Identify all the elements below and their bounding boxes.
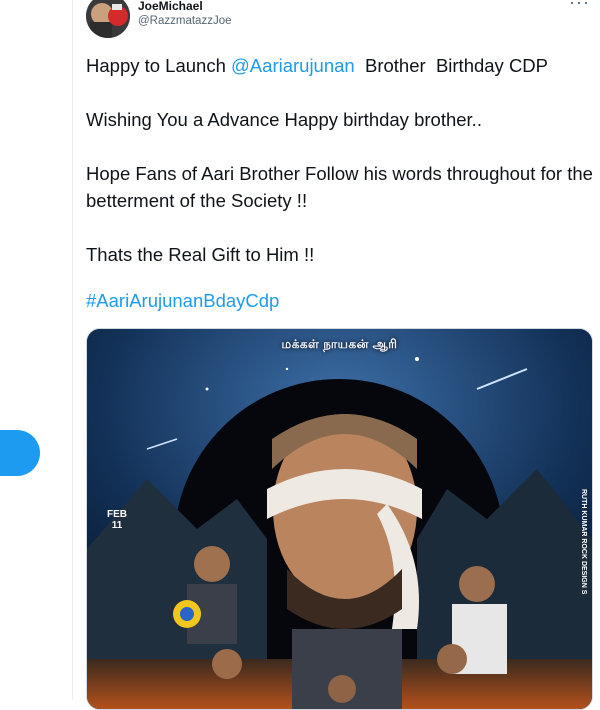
author-name[interactable]: JoeMichael bbox=[138, 0, 203, 13]
tweet-line-wishes: Wishing You a Advance Happy birthday bro… bbox=[86, 109, 482, 130]
left-sidebar bbox=[0, 0, 72, 700]
launch-suffix: Brother Birthday CDP bbox=[354, 55, 549, 76]
poster-credit: RUTH KUMAR ROCK DESIGN S bbox=[580, 489, 587, 595]
author-handle[interactable]: @RazzmatazzJoe bbox=[138, 15, 231, 27]
tweet-line-launch: Happy to Launch @Aariarujunan Brother Bi… bbox=[86, 52, 596, 79]
hashtag-link[interactable]: #AariArujunanBdayCdp bbox=[86, 290, 279, 311]
mention-link[interactable]: @Aariarujunan bbox=[231, 55, 355, 76]
tweet-line-gift: Thats the Real Gift to Him !! bbox=[86, 244, 315, 265]
tweet-image[interactable]: மக்கள் நாயகன் ஆரி FEB 11 RUTH KUMAR ROCK… bbox=[86, 328, 593, 710]
hashtag-line: #AariArujunanBdayCdp bbox=[86, 287, 596, 314]
tweet-line-hope: Hope Fans of Aari Brother Follow his wor… bbox=[86, 163, 593, 211]
poster-title: மக்கள் நாயகன் ஆரி bbox=[281, 337, 398, 351]
avatar[interactable] bbox=[86, 0, 130, 38]
tweet-compose-button[interactable] bbox=[0, 430, 40, 476]
tweet-text: Happy to Launch @Aariarujunan Brother Bi… bbox=[86, 52, 596, 341]
tweet[interactable]: JoeMichael @RazzmatazzJoe ··· Happy to L… bbox=[73, 0, 600, 710]
poster-date: FEB 11 bbox=[107, 509, 127, 531]
poster-date-day: 11 bbox=[111, 520, 123, 531]
launch-prefix: Happy to Launch bbox=[86, 55, 232, 76]
more-options-icon[interactable]: ··· bbox=[569, 0, 590, 13]
poster-artwork bbox=[87, 329, 592, 709]
poster-date-month: FEB bbox=[107, 509, 127, 520]
